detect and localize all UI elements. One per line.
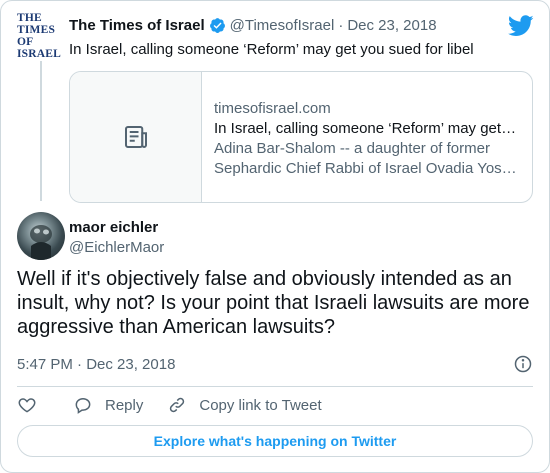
explore-twitter-button[interactable]: Explore what's happening on Twitter: [17, 425, 533, 457]
author-handle[interactable]: @EichlerMaor: [69, 239, 164, 256]
copy-link-label: Copy link to Tweet: [199, 396, 322, 414]
thread-connector: [40, 61, 42, 201]
parent-tweet-header: The Times of Israel @TimesofIsrael · Dec…: [69, 17, 437, 34]
link-description-line-1: Adina Bar-Shalom -- a daughter of former: [214, 140, 490, 157]
embedded-tweet-card: THE TIMES OF ISRAEL The Times of Israel …: [0, 0, 550, 473]
avatar-image: [30, 225, 52, 260]
link-preview-body: timesofisrael.com In Israel, calling som…: [202, 72, 532, 202]
heart-icon: [18, 398, 36, 413]
link-thumbnail: [70, 72, 202, 202]
link-preview-card[interactable]: timesofisrael.com In Israel, calling som…: [69, 71, 533, 203]
author-display-name[interactable]: maor eichler: [69, 219, 158, 236]
parent-date[interactable]: Dec 23, 2018: [347, 17, 436, 34]
header-separator: ·: [338, 17, 344, 34]
document-icon: [124, 126, 147, 148]
link-domain: timesofisrael.com: [214, 100, 331, 117]
like-button[interactable]: [17, 395, 37, 415]
twitter-bird-icon[interactable]: [508, 15, 534, 37]
link-description-line-2: Sephardic Chief Rabbi of Israel Ovadia Y…: [214, 160, 517, 177]
copy-link-button[interactable]: Copy link to Tweet: [167, 395, 322, 415]
logo-line-2: OF ISRAEL: [17, 36, 62, 60]
times-of-israel-logo[interactable]: THE TIMES OF ISRAEL: [17, 12, 65, 60]
tweet-actions-bar: Reply Copy link to Tweet: [17, 394, 322, 416]
verified-badge-icon: [209, 18, 225, 33]
reply-label: Reply: [105, 396, 144, 414]
parent-display-name[interactable]: The Times of Israel: [69, 17, 205, 34]
parent-tweet-text: In Israel, calling someone ‘Reform’ may …: [69, 41, 474, 58]
reply-icon: [75, 397, 91, 414]
user-avatar[interactable]: [17, 212, 65, 260]
info-icon[interactable]: [513, 354, 533, 374]
tweet-timestamp[interactable]: 5:47 PM · Dec 23, 2018: [17, 356, 175, 373]
tweet-text: Well if it's objectively false and obvio…: [17, 268, 530, 338]
logo-line-1: THE TIMES: [17, 12, 56, 36]
link-icon: [170, 397, 185, 413]
parent-handle[interactable]: @TimesofIsrael: [230, 17, 335, 34]
link-title: In Israel, calling someone ‘Reform’ may …: [214, 120, 520, 137]
reply-button[interactable]: Reply: [73, 395, 143, 415]
actions-divider: [17, 386, 533, 387]
